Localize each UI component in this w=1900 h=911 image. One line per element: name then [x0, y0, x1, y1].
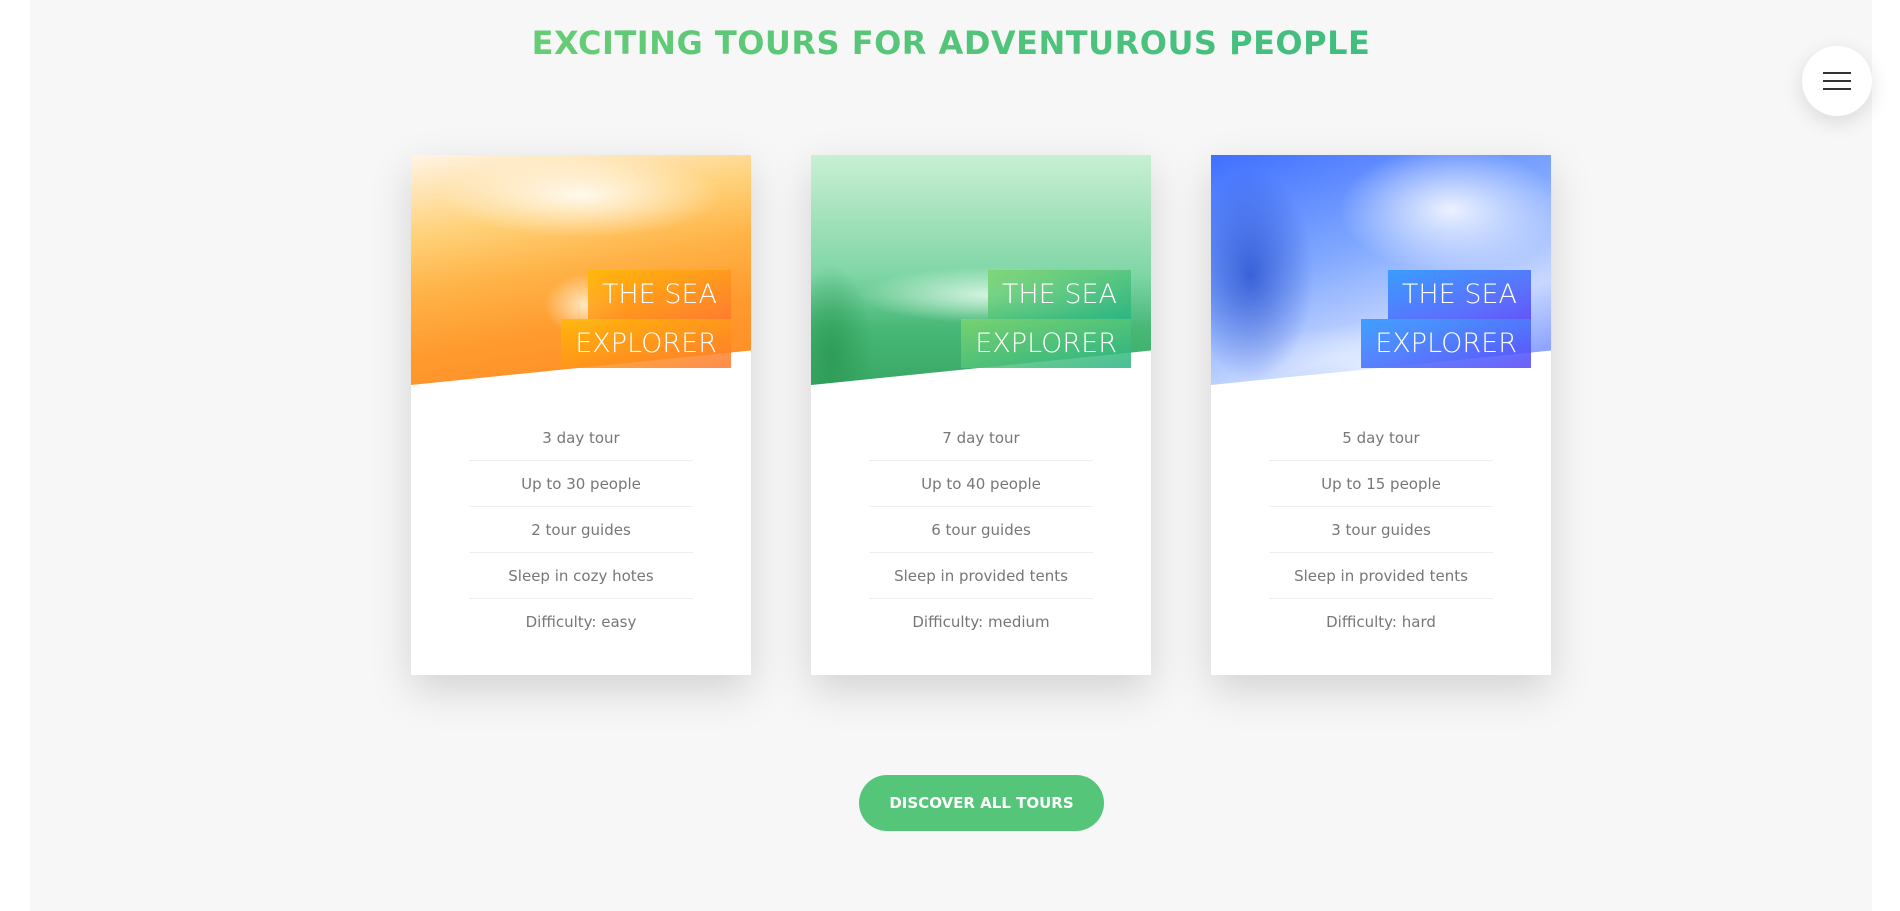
tour-detail-item: 3 tour guides: [1269, 507, 1493, 553]
tour-card[interactable]: The Sea Explorer 7 day tour Up to 40 peo…: [811, 155, 1151, 675]
tour-card-title: The Sea Explorer: [931, 270, 1131, 368]
tour-card[interactable]: The Sea Explorer 3 day tour Up to 30 peo…: [411, 155, 751, 675]
tour-detail-item: Up to 40 people: [869, 461, 1093, 507]
tour-detail-item: Sleep in cozy hotes: [469, 553, 693, 599]
hamburger-menu-icon: [1823, 72, 1851, 74]
tour-card-details: 7 day tour Up to 40 people 6 tour guides…: [811, 415, 1151, 645]
tour-card-title-line: Explorer: [1361, 319, 1531, 368]
tour-detail-item: Difficulty: medium: [912, 613, 1050, 631]
tour-detail-item: 3 day tour: [469, 415, 693, 461]
tour-detail-item: Difficulty: hard: [1326, 613, 1436, 631]
tour-card-title-line: Explorer: [561, 319, 731, 368]
tours-section: Exciting tours for adventurous people Th…: [30, 0, 1872, 911]
tour-detail-item: Sleep in provided tents: [1269, 553, 1493, 599]
tour-card-title-line: The Sea: [1387, 270, 1531, 319]
tour-card-title-line: The Sea: [987, 270, 1131, 319]
tour-card[interactable]: The Sea Explorer 5 day tour Up to 15 peo…: [1211, 155, 1551, 675]
tour-detail-item: 2 tour guides: [469, 507, 693, 553]
tour-card-title-line: The Sea: [587, 270, 731, 319]
tour-detail-item: 6 tour guides: [869, 507, 1093, 553]
tour-detail-item: Up to 15 people: [1269, 461, 1493, 507]
tour-card-details: 5 day tour Up to 15 people 3 tour guides…: [1211, 415, 1551, 645]
hamburger-menu-icon-line: [1823, 80, 1851, 82]
navigation-menu-button[interactable]: [1802, 46, 1872, 116]
tour-card-details: 3 day tour Up to 30 people 2 tour guides…: [411, 415, 751, 645]
tour-detail-item: Sleep in provided tents: [869, 553, 1093, 599]
tour-detail-item: 7 day tour: [869, 415, 1093, 461]
discover-all-tours-button[interactable]: Discover all tours: [859, 775, 1104, 831]
tour-detail-item: Up to 30 people: [469, 461, 693, 507]
tour-detail-item: 5 day tour: [1269, 415, 1493, 461]
section-heading: Exciting tours for adventurous people: [30, 24, 1872, 62]
hamburger-menu-icon-line: [1823, 88, 1851, 90]
tour-card-title: The Sea Explorer: [1331, 270, 1531, 368]
tour-card-title-line: Explorer: [961, 319, 1131, 368]
tour-detail-item: Difficulty: easy: [525, 613, 637, 631]
tour-card-title: The Sea Explorer: [531, 270, 731, 368]
